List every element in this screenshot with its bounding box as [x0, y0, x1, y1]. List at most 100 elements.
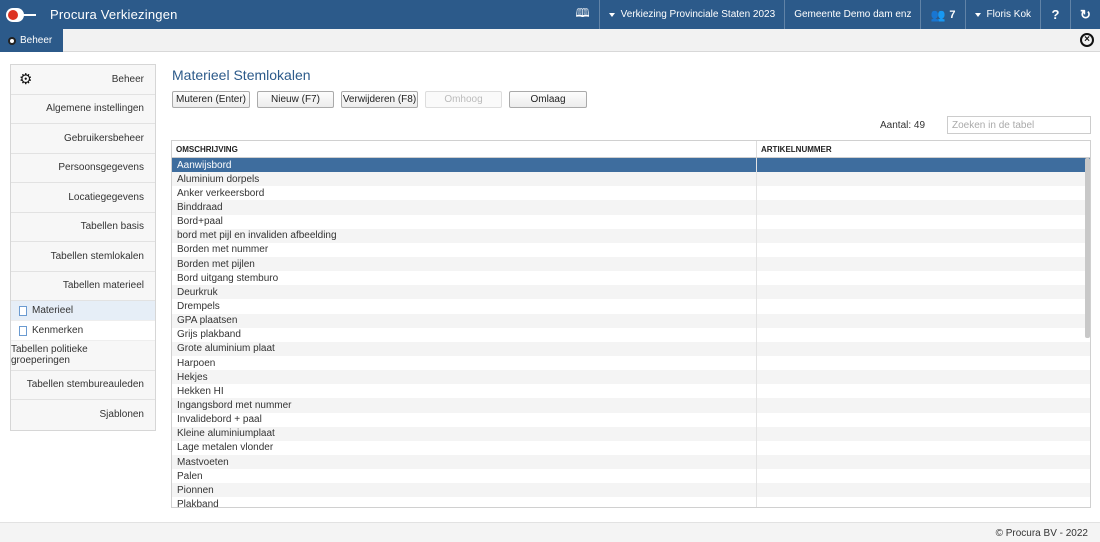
sidebar-item-tabellen-basis[interactable]: Tabellen basis: [11, 212, 155, 242]
table-row[interactable]: Drempels: [172, 299, 1090, 314]
caret-down-icon: [974, 12, 981, 17]
cell-omschrijving: Deurkruk: [172, 285, 757, 300]
table-row[interactable]: Anker verkeersbord: [172, 186, 1090, 201]
sidebar-subitem-materieel[interactable]: Materieel: [11, 301, 155, 321]
sidebar-item-label: Tabellen stembureauleden: [26, 379, 144, 391]
table-row[interactable]: Palen: [172, 469, 1090, 484]
table-row[interactable]: Grote aluminium plaat: [172, 341, 1090, 356]
cell-artikelnummer: [757, 342, 1087, 356]
table-row[interactable]: Invalidebord + paal: [172, 412, 1090, 427]
cell-omschrijving: Bord uitgang stemburo: [172, 271, 757, 286]
document-icon: [19, 325, 27, 336]
table-row[interactable]: Hekken HI: [172, 384, 1090, 399]
sidebar-item-tabellen-stemlokalen[interactable]: Tabellen stemlokalen: [11, 242, 155, 272]
sidebar-item-tabellen-stembureauleden[interactable]: Tabellen stembureauleden: [11, 370, 155, 400]
cell-omschrijving: Harpoen: [172, 355, 757, 371]
tab-beheer[interactable]: Beheer: [0, 29, 63, 52]
cell-omschrijving: Pionnen: [172, 483, 757, 498]
table-row[interactable]: Binddraad: [172, 200, 1090, 215]
table-row[interactable]: Ingangsbord met nummer: [172, 398, 1090, 413]
table-row[interactable]: Deurkruk: [172, 285, 1090, 300]
refresh-button[interactable]: ↻: [1070, 0, 1100, 29]
omlaag-button[interactable]: Omlaag: [509, 91, 587, 108]
cell-omschrijving: Plakband: [172, 497, 757, 507]
user-menu[interactable]: Floris Kok: [964, 0, 1040, 29]
cell-omschrijving: Kleine aluminiumplaat: [172, 426, 757, 441]
verwijderen-button[interactable]: Verwijderen (F8): [341, 91, 418, 108]
municipality-selector[interactable]: Gemeente Demo dam enz: [784, 0, 920, 29]
table-row[interactable]: Grijs plakband: [172, 327, 1090, 342]
table-row[interactable]: Bord+paal: [172, 214, 1090, 229]
close-icon: ×: [1084, 34, 1090, 45]
muteren-button[interactable]: Muteren (Enter): [172, 91, 250, 108]
cell-artikelnummer: [757, 483, 1087, 497]
table-row[interactable]: GPA plaatsen: [172, 313, 1090, 328]
cell-artikelnummer: [757, 299, 1087, 313]
cell-artikelnummer: [757, 186, 1087, 200]
sidebar-header-beheer[interactable]: ⚙ Beheer: [11, 65, 155, 95]
page-title: Materieel Stemlokalen: [172, 67, 311, 83]
close-tab-button[interactable]: ×: [1080, 33, 1094, 47]
table-row[interactable]: Mastvoeten: [172, 454, 1090, 470]
cell-omschrijving: Borden met pijlen: [172, 256, 757, 272]
table-row[interactable]: Aanwijsbord: [172, 158, 1090, 173]
nieuw-button[interactable]: Nieuw (F7): [257, 91, 334, 108]
table-row[interactable]: Bord uitgang stemburo: [172, 271, 1090, 286]
cell-omschrijving: Binddraad: [172, 200, 757, 215]
sidebar-item-label: Tabellen politieke groeperingen: [11, 344, 88, 367]
sidebar-item-label: Sjablonen: [99, 409, 144, 421]
column-header-artikelnummer[interactable]: ARTIKELNUMMER: [757, 141, 1087, 157]
sidebar: ⚙ Beheer Algemene instellingen Gebruiker…: [10, 64, 156, 431]
table-row[interactable]: Aluminium dorpels: [172, 172, 1090, 187]
sidebar-item-sjablonen[interactable]: Sjablonen: [11, 400, 155, 430]
municipality-label: Gemeente Demo dam enz: [794, 9, 912, 20]
cell-artikelnummer: [757, 271, 1087, 285]
election-selector[interactable]: Verkiezing Provinciale Staten 2023: [598, 0, 785, 29]
refresh-icon: ↻: [1080, 6, 1091, 22]
app-title: Procura Verkiezingen: [50, 7, 178, 22]
top-bar: Procura Verkiezingen 🕮 Verkiezing Provin…: [0, 0, 1100, 29]
cell-artikelnummer: [757, 243, 1087, 257]
sidebar-item-label: Tabellen stemlokalen: [50, 250, 144, 262]
sidebar-item-algemene-instellingen[interactable]: Algemene instellingen: [11, 94, 155, 124]
table-row[interactable]: Borden met nummer: [172, 242, 1090, 257]
sidebar-item-locatiegegevens[interactable]: Locatiegegevens: [11, 183, 155, 213]
table-row[interactable]: Lage metalen vlonder: [172, 440, 1090, 455]
sidebar-item-label: Persoonsgegevens: [58, 162, 144, 174]
omhoog-button[interactable]: Omhoog: [425, 91, 502, 108]
cell-artikelnummer: [757, 441, 1087, 455]
table-row[interactable]: Plakband: [172, 497, 1090, 507]
table-row[interactable]: Pionnen: [172, 483, 1090, 498]
materieel-table: OMSCHRIJVING ARTIKELNUMMER Aanwijsbord Al…: [171, 140, 1091, 508]
users-button[interactable]: 👥 7: [920, 0, 964, 29]
sidebar-item-label: Algemene instellingen: [46, 103, 144, 115]
scrollbar[interactable]: [1085, 158, 1090, 338]
table-row[interactable]: Harpoen: [172, 355, 1090, 371]
sidebar-subitem-kenmerken[interactable]: Kenmerken: [11, 321, 155, 341]
app-logo: [0, 0, 40, 29]
cell-artikelnummer: [757, 370, 1087, 384]
cell-artikelnummer: [757, 469, 1087, 483]
table-row[interactable]: Hekjes: [172, 370, 1090, 385]
sidebar-item-tabellen-materieel[interactable]: Tabellen materieel: [11, 271, 155, 301]
cell-omschrijving: bord met pijl en invaliden afbeelding: [172, 228, 757, 243]
book-button[interactable]: 🕮: [566, 0, 598, 29]
sidebar-item-persoonsgegevens[interactable]: Persoonsgegevens: [11, 153, 155, 183]
table-row[interactable]: Borden met pijlen: [172, 256, 1090, 272]
help-button[interactable]: ?: [1040, 0, 1070, 29]
user-name: Floris Kok: [986, 9, 1031, 20]
users-icon: 👥: [930, 7, 946, 22]
column-header-omschrijving[interactable]: OMSCHRIJVING: [172, 141, 757, 157]
book-icon: 🕮: [575, 6, 590, 20]
table-row[interactable]: bord met pijl en invaliden afbeelding: [172, 228, 1090, 243]
users-count: 7: [949, 8, 956, 21]
caret-down-icon: [608, 12, 615, 17]
cell-omschrijving: Anker verkeersbord: [172, 186, 757, 201]
cell-omschrijving: Hekjes: [172, 370, 757, 385]
sidebar-item-gebruikersbeheer[interactable]: Gebruikersbeheer: [11, 124, 155, 154]
table-row[interactable]: Kleine aluminiumplaat: [172, 426, 1090, 441]
copyright: © Procura BV - 2022: [995, 528, 1088, 539]
cell-omschrijving: Drempels: [172, 299, 757, 314]
sidebar-item-tabellen-politieke-groeperingen[interactable]: Tabellen politieke groeperingen: [11, 341, 155, 371]
search-input[interactable]: [947, 116, 1091, 134]
